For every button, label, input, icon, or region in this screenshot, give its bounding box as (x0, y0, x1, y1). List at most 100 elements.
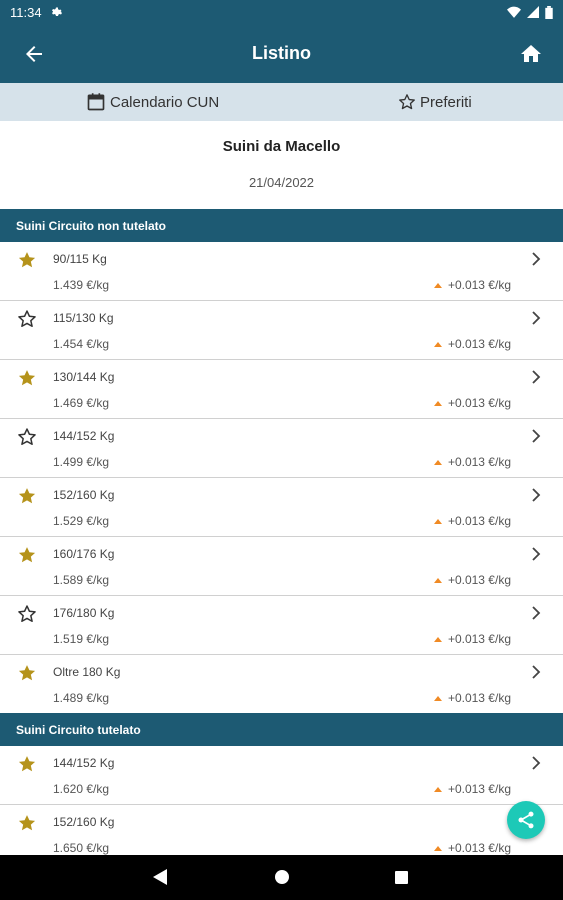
item-variation: +0.013 €/kg (433, 455, 511, 469)
wifi-icon (507, 6, 521, 18)
item-price: 1.529 €/kg (53, 514, 110, 528)
variation-value: +0.013 €/kg (447, 841, 511, 855)
star-filled-icon[interactable] (17, 368, 37, 388)
tab-calendario-cun[interactable]: Calendario CUN (86, 92, 219, 112)
item-price: 1.650 €/kg (53, 841, 110, 855)
item-variation: +0.013 €/kg (433, 573, 511, 587)
item-price: 1.454 €/kg (53, 337, 110, 351)
list-item[interactable]: 115/130 Kg 1.454 €/kg +0.013 €/kg (0, 301, 563, 360)
arrow-up-icon (433, 518, 442, 524)
arrow-up-icon (433, 636, 442, 642)
star-filled-icon[interactable] (17, 813, 37, 833)
star-filled-icon[interactable] (17, 545, 37, 565)
star-outline-icon[interactable] (17, 309, 37, 329)
item-variation: +0.013 €/kg (433, 632, 511, 646)
chevron-right-icon (532, 429, 541, 443)
list-item[interactable]: 144/152 Kg 1.620 €/kg +0.013 €/kg (0, 746, 563, 805)
item-weight-range: 90/115 Kg (53, 252, 107, 266)
nav-back-icon[interactable] (153, 869, 167, 885)
battery-icon (545, 5, 553, 19)
item-variation: +0.013 €/kg (433, 782, 511, 796)
app-bar: Listino (0, 24, 563, 83)
variation-value: +0.013 €/kg (447, 396, 511, 410)
share-button[interactable] (507, 801, 545, 839)
list-item[interactable]: 130/144 Kg 1.469 €/kg +0.013 €/kg (0, 360, 563, 419)
nav-recents-icon[interactable] (395, 871, 408, 884)
variation-value: +0.013 €/kg (447, 632, 511, 646)
section-header: Suini Circuito non tutelato (0, 209, 563, 242)
chevron-right-icon (532, 488, 541, 502)
chevron-right-icon (532, 252, 541, 266)
chevron-right-icon (532, 547, 541, 561)
list-item[interactable]: 90/115 Kg 1.439 €/kg +0.013 €/kg (0, 242, 563, 301)
list-item[interactable]: Oltre 180 Kg 1.489 €/kg +0.013 €/kg (0, 655, 563, 714)
chevron-right-icon (532, 756, 541, 770)
item-weight-range: 144/152 Kg (53, 429, 115, 443)
arrow-up-icon (433, 695, 442, 701)
item-price: 1.519 €/kg (53, 632, 110, 646)
item-weight-range: 176/180 Kg (53, 606, 115, 620)
star-filled-icon[interactable] (17, 663, 37, 683)
list-item[interactable]: 144/152 Kg 1.499 €/kg +0.013 €/kg (0, 419, 563, 478)
star-outline-icon (399, 94, 415, 110)
list-item[interactable]: 152/160 Kg 1.529 €/kg +0.013 €/kg (0, 478, 563, 537)
nav-home-icon[interactable] (275, 870, 289, 884)
chevron-right-icon (532, 370, 541, 384)
item-price: 1.620 €/kg (53, 782, 110, 796)
item-price: 1.439 €/kg (53, 278, 110, 292)
chevron-right-icon (532, 311, 541, 325)
list-title: Suini da Macello (222, 138, 341, 155)
list-item[interactable]: 160/176 Kg 1.589 €/kg +0.013 €/kg (0, 537, 563, 596)
arrow-up-icon (433, 400, 442, 406)
signal-icon (527, 6, 539, 18)
item-weight-range: 130/144 Kg (53, 370, 115, 384)
tab-strip: Calendario CUN Preferiti (0, 83, 563, 121)
tab-label: Calendario CUN (110, 93, 220, 111)
back-arrow-icon[interactable] (22, 42, 46, 66)
variation-value: +0.013 €/kg (447, 782, 511, 796)
item-price: 1.589 €/kg (53, 573, 110, 587)
star-filled-icon[interactable] (17, 250, 37, 270)
item-weight-range: 160/176 Kg (53, 547, 115, 561)
item-weight-range: 152/160 Kg (53, 488, 115, 502)
chevron-right-icon (532, 665, 541, 679)
item-price: 1.489 €/kg (53, 691, 110, 705)
arrow-up-icon (433, 459, 442, 465)
variation-value: +0.013 €/kg (447, 573, 511, 587)
variation-value: +0.013 €/kg (447, 337, 511, 351)
item-price: 1.499 €/kg (53, 455, 110, 469)
home-icon[interactable] (519, 42, 543, 66)
item-weight-range: 152/160 Kg (53, 815, 115, 829)
system-nav-bar (0, 855, 563, 900)
item-variation: +0.013 €/kg (433, 337, 511, 351)
star-filled-icon[interactable] (17, 754, 37, 774)
item-weight-range: Oltre 180 Kg (53, 665, 121, 679)
status-time: 11:34 (10, 4, 42, 20)
list-item[interactable]: 176/180 Kg 1.519 €/kg +0.013 €/kg (0, 596, 563, 655)
share-icon (518, 811, 534, 829)
item-variation: +0.013 €/kg (433, 841, 511, 855)
star-filled-icon[interactable] (17, 486, 37, 506)
section-header: Suini Circuito tutelato (0, 713, 563, 746)
settings-icon (51, 7, 62, 16)
arrow-up-icon (433, 282, 442, 288)
status-bar: 11:34 (0, 0, 563, 24)
item-variation: +0.013 €/kg (433, 691, 511, 705)
star-outline-icon[interactable] (17, 427, 37, 447)
arrow-up-icon (433, 341, 442, 347)
tab-preferiti[interactable]: Preferiti (398, 93, 472, 111)
star-outline-icon[interactable] (17, 604, 37, 624)
arrow-up-icon (433, 577, 442, 583)
variation-value: +0.013 €/kg (447, 455, 511, 469)
page-title: Listino (252, 43, 311, 63)
chevron-right-icon (532, 606, 541, 620)
variation-value: +0.013 €/kg (447, 691, 511, 705)
item-weight-range: 144/152 Kg (53, 756, 115, 770)
variation-value: +0.013 €/kg (447, 278, 511, 292)
section-title: Suini Circuito tutelato (16, 722, 141, 737)
section-title: Suini Circuito non tutelato (16, 218, 166, 233)
item-weight-range: 115/130 Kg (53, 311, 114, 325)
arrow-up-icon (433, 845, 442, 851)
variation-value: +0.013 €/kg (447, 514, 511, 528)
item-variation: +0.013 €/kg (433, 278, 511, 292)
